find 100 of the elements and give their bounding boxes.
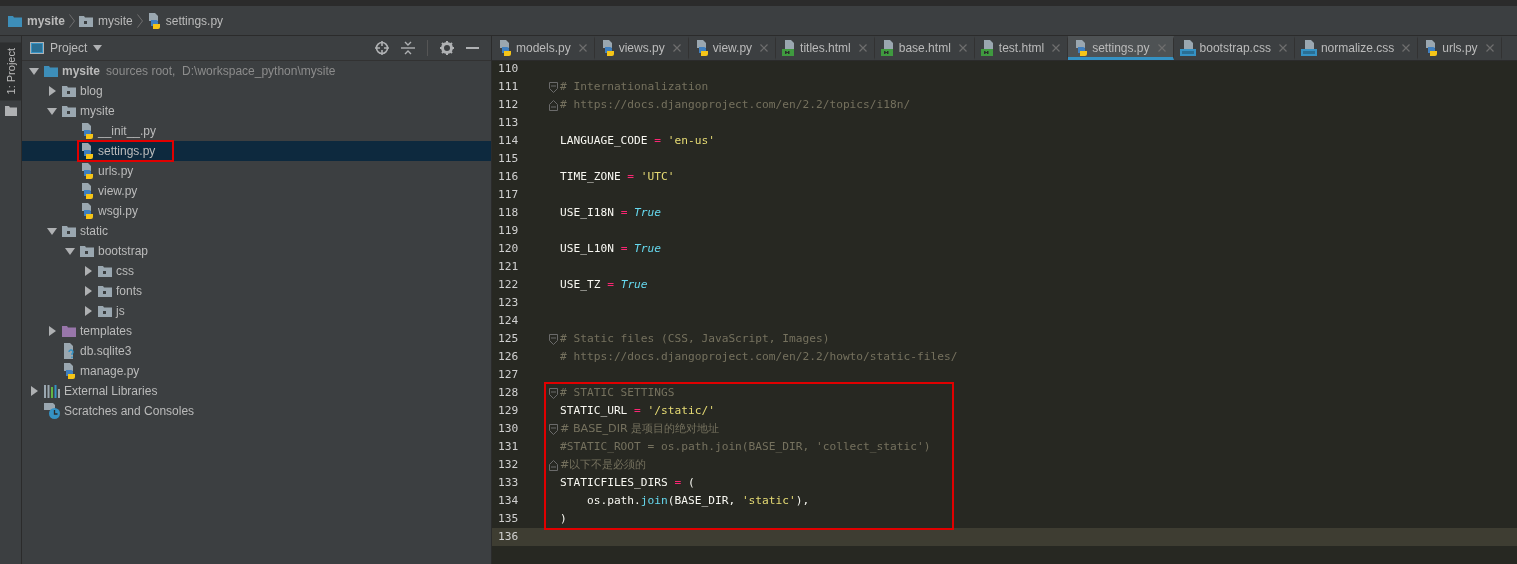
tree-item[interactable]: urls.py xyxy=(22,161,491,181)
close-icon[interactable] xyxy=(1278,44,1287,52)
close-icon[interactable] xyxy=(578,44,587,52)
item-label: bootstrap xyxy=(98,244,149,258)
editor-tab[interactable]: base.html xyxy=(874,36,975,60)
package-folder-icon xyxy=(98,265,112,277)
editor-tab[interactable]: settings.py xyxy=(1068,36,1174,60)
tree-item[interactable]: bootstrap xyxy=(22,241,491,261)
tree-item[interactable]: templates xyxy=(22,321,491,341)
line-number: 129 xyxy=(497,403,520,419)
tree-item[interactable]: Scratches and Consoles xyxy=(22,401,491,421)
line-number: 125 xyxy=(497,331,520,347)
editor-tab[interactable]: view.py xyxy=(688,36,777,60)
tree-item[interactable]: blog xyxy=(22,81,491,101)
line-number: 135 xyxy=(497,511,520,527)
collapse-all-icon[interactable] xyxy=(401,41,415,55)
editor-tab[interactable]: models.py xyxy=(492,36,595,60)
tree-item[interactable]: wsgi.py xyxy=(22,201,491,221)
code-line: USE_TZ = True xyxy=(560,277,648,293)
package-folder-icon xyxy=(80,245,94,257)
line-number: 121 xyxy=(497,259,520,275)
expand-arrow-icon[interactable] xyxy=(47,86,57,96)
collapse-arrow-icon[interactable] xyxy=(65,246,75,256)
fold-icon[interactable] xyxy=(548,459,558,471)
python-file-icon xyxy=(80,143,94,159)
folder-icon xyxy=(44,65,58,77)
item-label: blog xyxy=(80,84,103,98)
html-file-icon xyxy=(980,40,995,56)
collapse-arrow-icon[interactable] xyxy=(47,106,57,116)
editor-tab[interactable]: titles.html xyxy=(776,36,875,60)
editor-tab[interactable]: urls.py xyxy=(1418,36,1502,60)
breadcrumb[interactable]: mysite xyxy=(8,13,66,28)
folder-icon[interactable] xyxy=(4,106,17,117)
expand-arrow-icon[interactable] xyxy=(83,286,93,296)
expand-arrow-icon[interactable] xyxy=(83,306,93,316)
line-number: 114 xyxy=(497,133,520,149)
close-icon[interactable] xyxy=(672,44,681,52)
code-line: STATICFILES_DIRS = ( xyxy=(560,475,695,491)
line-number: 130 xyxy=(497,421,520,437)
libraries-icon xyxy=(44,384,60,398)
editor-tab[interactable]: views.py xyxy=(594,36,689,60)
tree-item[interactable]: db.sqlite3 xyxy=(22,341,491,361)
package-folder-icon xyxy=(79,14,94,27)
collapse-arrow-icon[interactable] xyxy=(29,66,39,76)
project-view-dropdown[interactable]: Project xyxy=(30,41,103,55)
package-folder-icon xyxy=(98,285,112,297)
close-icon[interactable] xyxy=(760,44,769,52)
fold-icon[interactable] xyxy=(548,387,558,399)
line-number: 113 xyxy=(497,115,520,131)
item-label: mysite xyxy=(80,104,115,118)
python-file-icon xyxy=(1074,40,1089,56)
tree-item[interactable]: External Libraries xyxy=(22,381,491,401)
tree-item[interactable]: mysite xyxy=(22,101,491,121)
tree-item[interactable]: manage.py xyxy=(22,361,491,381)
tree-item[interactable]: mysite sources root, D:\workspace_python\mysite xyxy=(22,61,491,81)
item-label: mysite xyxy=(62,64,101,78)
breadcrumb[interactable]: settings.py xyxy=(146,12,224,29)
tree-item[interactable]: fonts xyxy=(22,281,491,301)
fold-icon[interactable] xyxy=(548,81,558,93)
settings-icon[interactable] xyxy=(440,41,454,55)
fold-icon[interactable] xyxy=(548,333,558,345)
fold-icon[interactable] xyxy=(548,99,558,111)
code-line: # https://docs.djangoproject.com/en/2.2/howto/static-files/ xyxy=(560,349,958,365)
code-line: LANGUAGE_CODE = 'en-us' xyxy=(560,133,715,149)
expand-arrow-icon[interactable] xyxy=(47,326,57,336)
code-line: # Internationalization xyxy=(560,79,709,95)
item-label: urls.py xyxy=(98,164,134,178)
close-icon[interactable] xyxy=(1157,44,1166,52)
package-folder-icon xyxy=(62,105,76,117)
crosshair-icon[interactable] xyxy=(375,41,389,55)
close-icon[interactable] xyxy=(858,44,867,52)
caret-icon xyxy=(93,45,103,51)
tree-item[interactable]: view.py xyxy=(22,181,491,201)
tree-item[interactable]: static xyxy=(22,221,491,241)
code-line: # STATIC SETTINGS xyxy=(560,385,675,401)
editor-tab[interactable]: bootstrap.css xyxy=(1173,36,1295,60)
code-line: # https://docs.djangoproject.com/en/2.2/topics/i18n/ xyxy=(560,97,911,113)
expand-arrow-icon[interactable] xyxy=(83,266,93,276)
path-hint: sources root, D:\workspace_python\mysite xyxy=(106,64,336,78)
minimize-icon[interactable] xyxy=(466,46,479,50)
breadcrumb[interactable]: mysite xyxy=(79,13,133,28)
tree-item[interactable]: css xyxy=(22,261,491,281)
line-number: 119 xyxy=(497,223,520,239)
close-icon[interactable] xyxy=(1485,44,1494,52)
line-number: 120 xyxy=(497,241,520,257)
tool-window-tab[interactable]: 1: Project xyxy=(0,42,21,101)
code-line: # BASE_DIR 是项目的绝对地址 xyxy=(560,421,720,437)
close-icon[interactable] xyxy=(958,44,967,52)
collapse-arrow-icon[interactable] xyxy=(47,226,57,236)
editor-tab[interactable]: normalize.css xyxy=(1294,36,1419,60)
close-icon[interactable] xyxy=(1402,44,1411,52)
expand-arrow-icon[interactable] xyxy=(29,386,39,396)
code-line: #以下不是必须的 xyxy=(560,457,647,473)
tree-item[interactable]: settings.py xyxy=(22,141,491,161)
tree-item[interactable]: js xyxy=(22,301,491,321)
code-line: USE_L10N = True xyxy=(560,241,662,257)
fold-icon[interactable] xyxy=(548,423,558,435)
code-line: #STATIC_ROOT = os.path.join(BASE_DIR, 'collect_static') xyxy=(560,439,931,455)
close-icon[interactable] xyxy=(1052,44,1061,52)
tree-item[interactable]: __init__.py xyxy=(22,121,491,141)
